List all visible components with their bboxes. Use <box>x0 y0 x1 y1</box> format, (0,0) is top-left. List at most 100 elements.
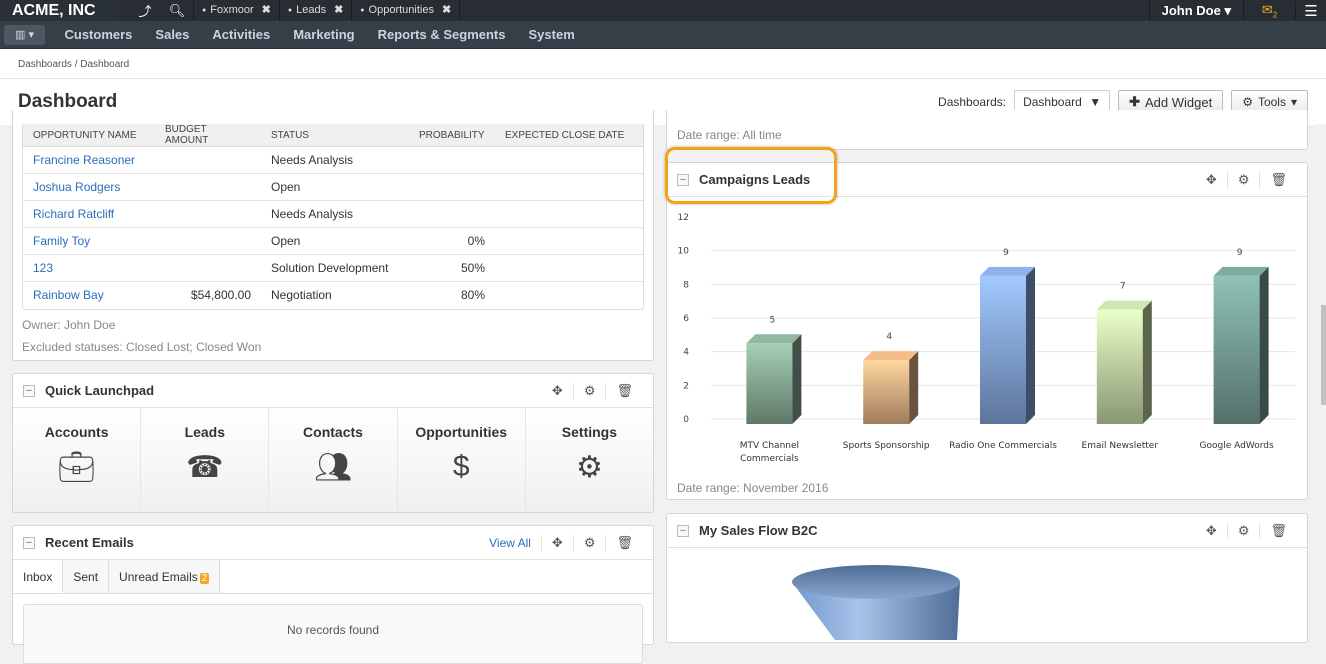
table-row[interactable]: Family Toy Open 0% <box>23 227 643 255</box>
status-cell: Negotiation <box>271 288 332 303</box>
trash-icon[interactable]: 🗑︎ <box>605 534 643 551</box>
launch-label: Accounts <box>44 424 109 440</box>
close-icon[interactable]: ✖ <box>442 0 451 21</box>
probability-cell <box>409 173 495 201</box>
trash-icon[interactable]: 🗑︎ <box>605 382 643 399</box>
launch-opportunities[interactable]: Opportunities $ <box>397 408 526 512</box>
x-tick-label: Sports Sponsorship <box>843 441 930 451</box>
gear-icon[interactable]: ⚙ <box>572 534 606 551</box>
nav-sales[interactable]: Sales <box>144 27 201 42</box>
user-menu[interactable]: John Doe ▾ <box>1148 0 1244 21</box>
y-tick-label: 4 <box>683 348 689 358</box>
envelope-icon: ✉ <box>1261 1 1273 17</box>
table-header-row: OPPORTUNITY NAME BUDGET AMOUNT STATUS PR… <box>23 124 643 147</box>
cogs-icon: ⚙ <box>575 451 603 484</box>
nav-customers[interactable]: Customers <box>53 27 144 42</box>
view-all-link[interactable]: View All <box>479 536 541 550</box>
y-tick-label: 0 <box>683 415 689 425</box>
mail-count: 2 <box>1272 10 1278 20</box>
bar-top <box>863 351 919 361</box>
close-icon[interactable]: ✖ <box>262 0 271 21</box>
widget-title: Quick Launchpad <box>45 383 155 398</box>
tab-inbox[interactable]: Inbox <box>13 560 64 593</box>
mail-button[interactable]: ✉2 <box>1244 1 1296 20</box>
recent-emails-widget: – Recent Emails View All ✥ ⚙ 🗑︎ Inbox Se… <box>12 525 654 664</box>
y-tick-label: 8 <box>683 280 689 290</box>
brand-logo[interactable]: ACME, INC <box>0 0 123 21</box>
opportunity-name-link[interactable]: 123 <box>23 254 155 282</box>
budget-cell <box>155 254 261 282</box>
trash-icon[interactable]: 🗑︎ <box>1259 522 1297 539</box>
col-expected-close-date[interactable]: EXPECTED CLOSE DATE <box>495 124 643 147</box>
breadcrumb[interactable]: Dashboards / Dashboard <box>0 49 1326 79</box>
gear-icon[interactable]: ⚙ <box>1226 171 1260 188</box>
move-icon[interactable]: ✥ <box>540 534 573 551</box>
briefcase-icon: 💼︎ <box>57 451 96 484</box>
phone-icon: ☎ <box>186 451 224 484</box>
table-row[interactable]: Francine Reasoner Needs Analysis <box>23 146 643 174</box>
col-status[interactable]: STATUS <box>261 124 409 147</box>
opportunity-name-link[interactable]: Richard Ratcliff <box>23 200 155 228</box>
table-row[interactable]: Richard Ratcliff Needs Analysis <box>23 200 643 228</box>
nav-marketing[interactable]: Marketing <box>282 27 366 42</box>
col-opportunity-name[interactable]: OPPORTUNITY NAME <box>23 124 155 147</box>
move-icon[interactable]: ✥ <box>1196 523 1227 539</box>
widget-title: Recent Emails <box>45 535 134 550</box>
pinned-tab-opportunities[interactable]: ● Opportunities ✖ <box>351 0 461 21</box>
data-label: 4 <box>886 332 892 342</box>
x-tick-label: Commercials <box>740 454 799 464</box>
budget-cell <box>155 200 261 228</box>
nav-activities[interactable]: Activities <box>201 27 282 42</box>
bar <box>746 343 793 424</box>
gear-icon: ⚙ <box>1242 95 1253 109</box>
pinned-tab-leads[interactable]: ● Leads ✖ <box>278 0 351 21</box>
launch-accounts[interactable]: Accounts 💼︎ <box>13 408 142 512</box>
plus-icon: ✚ <box>1129 94 1140 109</box>
nav-reports-segments[interactable]: Reports & Segments <box>366 27 517 42</box>
page-scrollbar-thumb[interactable] <box>1321 305 1326 405</box>
opportunity-name-link[interactable]: Family Toy <box>23 227 155 255</box>
collapse-icon[interactable]: – <box>677 524 689 537</box>
opportunity-name-link[interactable]: Rainbow Bay <box>23 282 155 309</box>
tab-unread-emails[interactable]: Unread Emails 2 <box>109 560 221 593</box>
pinned-tab-foxmoor[interactable]: ● Foxmoor ✖ <box>193 0 279 21</box>
bar <box>863 360 910 424</box>
opportunity-name-link[interactable]: Joshua Rodgers <box>23 173 155 201</box>
launch-contacts[interactable]: Contacts 👥︎ <box>269 408 398 512</box>
y-tick-label: 6 <box>683 314 689 324</box>
dashboard-menu-button[interactable]: ▥ ▾ <box>4 24 45 45</box>
nav-system[interactable]: System <box>517 27 586 42</box>
collapse-icon[interactable]: – <box>23 384 35 397</box>
gear-icon[interactable]: ⚙ <box>1226 522 1260 539</box>
gear-icon[interactable]: ⚙ <box>572 382 606 399</box>
probability-cell: 80% <box>460 288 485 303</box>
collapse-icon[interactable]: – <box>23 536 35 549</box>
launch-settings[interactable]: Settings ⚙ <box>525 408 654 512</box>
status-cell: Solution Development <box>261 254 409 282</box>
previous-widget: Date range: All time <box>666 110 1308 150</box>
funnel-top <box>792 565 960 599</box>
y-tick-label: 12 <box>678 213 689 223</box>
launch-leads[interactable]: Leads ☎ <box>141 408 270 512</box>
col-probability[interactable]: PROBABILITY <box>409 124 495 147</box>
widget-header: – Recent Emails View All ✥ ⚙ 🗑︎ <box>13 526 653 560</box>
move-icon[interactable]: ✥ <box>542 383 573 399</box>
share-icon[interactable]: ⤴ <box>129 1 161 20</box>
tab-sent[interactable]: Sent <box>63 560 110 593</box>
table-row[interactable]: Rainbow Bay $54,800.00 Negotiation 80% <box>23 282 643 309</box>
trash-icon[interactable]: 🗑︎ <box>1259 171 1297 188</box>
close-icon[interactable]: ✖ <box>334 0 343 21</box>
users-icon: 👥︎ <box>313 451 353 484</box>
widget-header: – My Sales Flow B2C ✥ ⚙ 🗑︎ <box>667 514 1307 548</box>
funnel-chart <box>792 565 960 640</box>
data-label: 7 <box>1120 282 1126 292</box>
col-budget-amount[interactable]: BUDGET AMOUNT <box>155 124 261 147</box>
top-bar: ACME, INC ⤴ 🔍︎ ● Foxmoor ✖ ● Leads ✖ ● Opport… <box>0 0 1326 21</box>
table-row[interactable]: Joshua Rodgers Open <box>23 173 643 201</box>
hamburger-menu-icon[interactable]: ☰ <box>1296 2 1326 20</box>
search-icon[interactable]: 🔍︎ <box>161 3 193 19</box>
owner-note: Owner: John Doe <box>22 318 116 332</box>
move-icon[interactable]: ✥ <box>1196 172 1227 188</box>
table-row[interactable]: 123 Solution Development 50% <box>23 254 643 282</box>
opportunity-name-link[interactable]: Francine Reasoner <box>23 146 155 174</box>
